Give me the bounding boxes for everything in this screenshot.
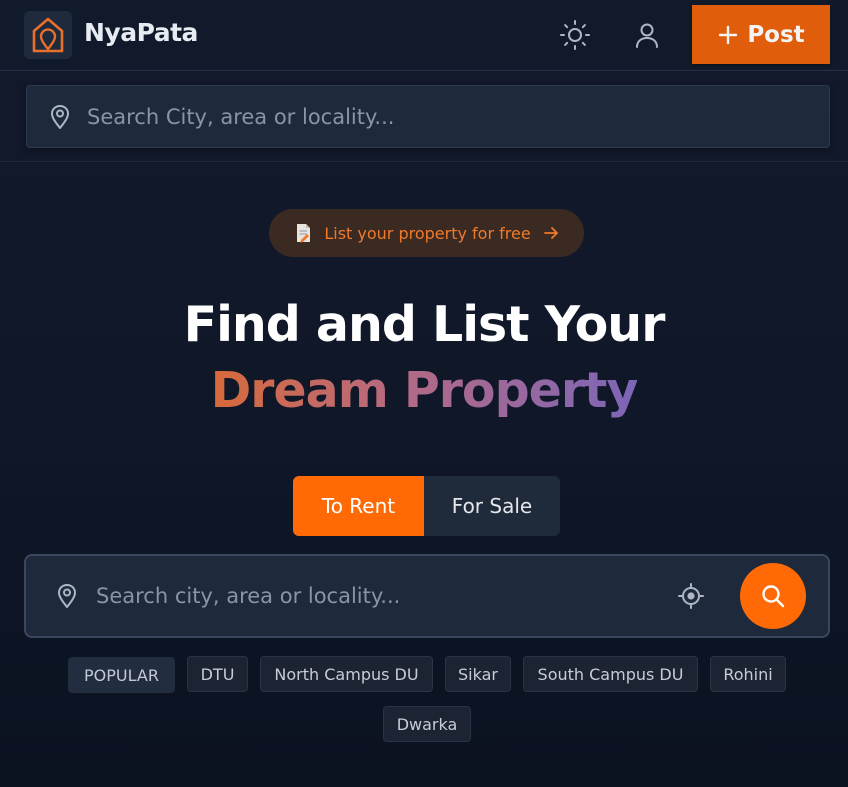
house-pin-icon [32,17,64,53]
theme-toggle-button[interactable] [557,17,593,53]
user-icon [636,23,658,48]
hero-subtitle: Dream Property [0,362,848,419]
main-search-input[interactable] [94,583,674,609]
popular-label: POPULAR [68,657,175,693]
tag-chip[interactable]: DTU [187,656,248,692]
map-pin-icon [47,104,73,130]
tab-to-rent[interactable]: To Rent [293,476,424,536]
locate-me-button[interactable] [674,579,708,613]
tag-chip[interactable]: Dwarka [383,706,471,742]
top-search-bar [0,71,848,162]
plus-icon [719,25,738,44]
hero-title: Find and List Your [183,296,666,353]
post-button[interactable]: Post [692,5,830,64]
hero-gradient-text: Dream Property [210,362,639,419]
arrow-right-icon [543,227,558,239]
brand-name[interactable]: NyaPata [84,18,198,47]
list-property-badge[interactable]: List your property for free [269,209,584,257]
search-button[interactable] [740,563,806,629]
document-icon [297,224,311,243]
top-search-box[interactable] [26,85,830,148]
top-search-input[interactable] [85,103,829,130]
listing-type-tabs: To Rent For Sale [293,476,560,536]
tag-chip[interactable]: Rohini [710,656,786,692]
crosshair-icon [678,583,704,609]
tab-for-sale[interactable]: For Sale [424,476,560,536]
tag-chip[interactable]: South Campus DU [523,656,698,692]
logo[interactable] [24,11,72,59]
search-icon [762,585,785,608]
map-pin-icon [54,583,80,609]
header: NyaPata Post [0,0,848,71]
main-search-box[interactable] [24,554,830,638]
list-property-label: List your property for free [324,223,531,243]
tag-chip[interactable]: North Campus DU [260,656,433,692]
sun-icon [560,20,590,50]
tag-chip[interactable]: Sikar [445,656,511,692]
post-button-label: Post [747,21,805,48]
account-button[interactable] [629,17,665,53]
